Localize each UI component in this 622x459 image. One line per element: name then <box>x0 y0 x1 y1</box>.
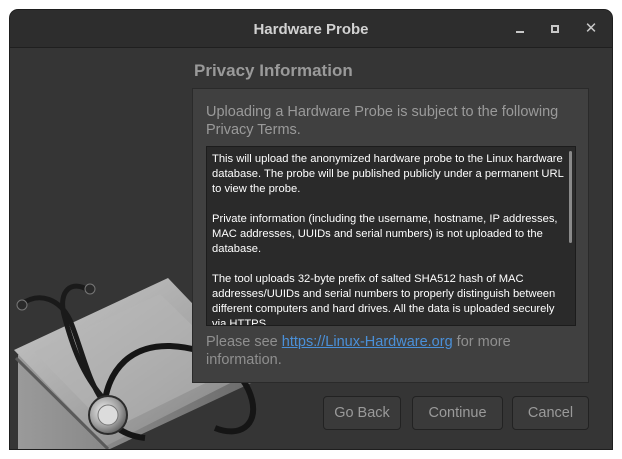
continue-button[interactable]: Continue <box>412 396 503 430</box>
terms-scrollbar[interactable] <box>569 151 572 243</box>
title-bar[interactable]: Hardware Probe ✕ <box>10 10 612 48</box>
minimize-button[interactable] <box>510 19 530 39</box>
close-icon: ✕ <box>584 20 598 37</box>
terms-paragraph: This will upload the anonymized hardware… <box>212 153 564 195</box>
terms-text: This will upload the anonymized hardware… <box>212 152 564 326</box>
close-button[interactable]: ✕ <box>581 19 601 39</box>
privacy-panel: Uploading a Hardware Probe is subject to… <box>192 88 589 383</box>
terms-paragraph: Private information (including the usern… <box>212 213 558 255</box>
linux-hardware-link[interactable]: https://Linux-Hardware.org <box>282 334 453 350</box>
privacy-footer: Please see https://Linux-Hardware.org fo… <box>206 333 581 369</box>
minimize-icon <box>516 31 524 33</box>
go-back-button[interactable]: Go Back <box>323 396 401 430</box>
privacy-intro: Uploading a Hardware Probe is subject to… <box>206 104 559 138</box>
maximize-button[interactable] <box>545 19 565 39</box>
terms-paragraph: The tool uploads 32-byte prefix of salte… <box>212 273 556 326</box>
terms-textview[interactable]: This will upload the anonymized hardware… <box>206 146 576 326</box>
cancel-button[interactable]: Cancel <box>512 396 589 430</box>
maximize-icon <box>551 25 559 33</box>
footer-prefix: Please see <box>206 334 282 350</box>
hardware-probe-window: Hardware Probe ✕ Privacy Information Upl… <box>10 10 612 449</box>
page-title: Privacy Information <box>194 61 353 80</box>
